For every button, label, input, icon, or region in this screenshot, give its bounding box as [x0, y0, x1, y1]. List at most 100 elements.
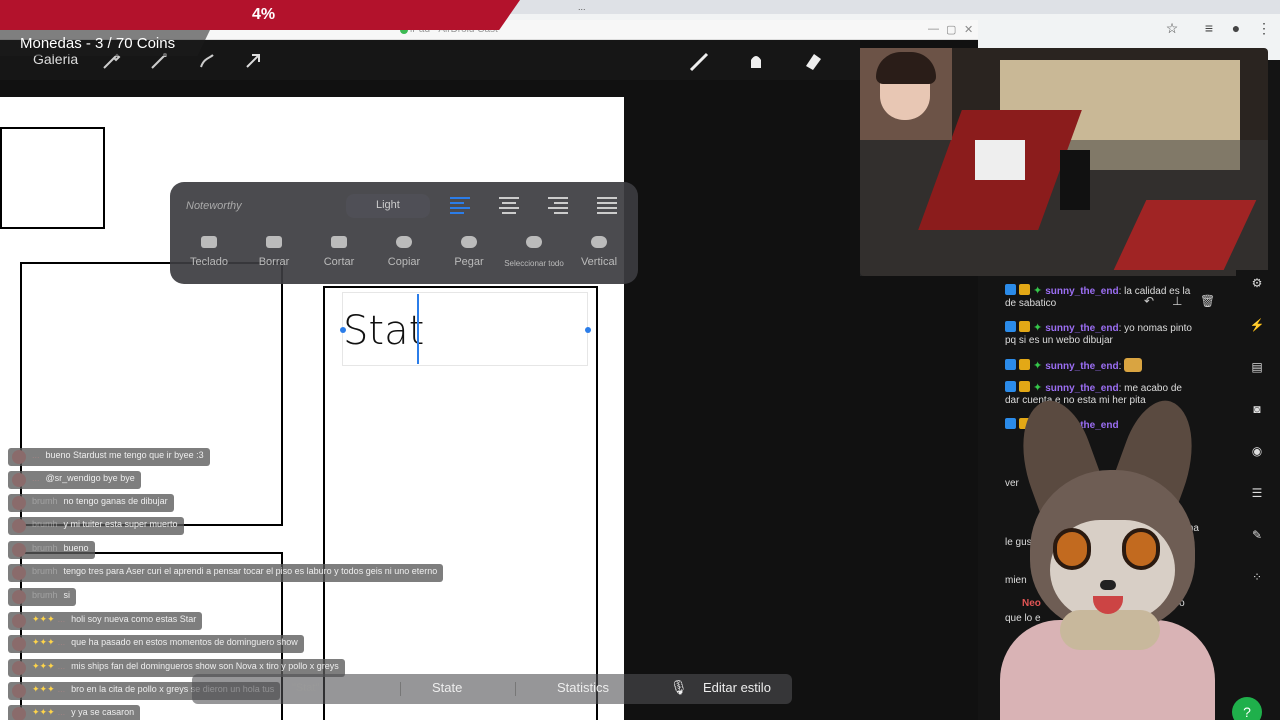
queue-icon[interactable]: ☰ — [1249, 486, 1265, 502]
overlay-chat-message: ✦✦✦... y ya se casaron — [8, 705, 141, 720]
star-badge-icon: ✦ — [1033, 382, 1043, 394]
text-caret — [417, 294, 419, 364]
avatar — [12, 684, 26, 698]
chat-fragment: ver — [1005, 478, 1019, 489]
microphone-icon[interactable]: 🎙 — [670, 679, 688, 696]
avatar — [12, 590, 26, 604]
suggestion-literal[interactable]: "Stat" — [292, 682, 319, 694]
text-box-handle[interactable] — [585, 327, 591, 333]
overlay-chat-message: brumh no tengo ganas de dibujar — [8, 494, 174, 512]
mod-badge-icon — [1005, 284, 1016, 295]
font-name-label[interactable]: Noteworthy — [186, 200, 242, 212]
avatar — [12, 614, 26, 628]
delete-button[interactable]: Borrar — [240, 236, 308, 268]
keyboard-button[interactable]: Teclado — [175, 236, 243, 268]
bookmark-star-icon[interactable]: ☆ — [1163, 19, 1181, 37]
game-fridge — [1060, 150, 1090, 210]
vertical-button[interactable]: Vertical — [565, 236, 633, 268]
overlay-chat-message: ✦✦✦... holi soy nueva como estas Star — [8, 612, 203, 630]
chat-fragment: Neo — [1022, 598, 1041, 609]
crown-badge-icon — [1019, 359, 1030, 370]
chat-message-continuation: pq si es un webo dibujar — [1005, 335, 1113, 346]
minimize-icon[interactable]: — — [928, 23, 939, 35]
avatar — [12, 496, 26, 510]
chat-message: ✦ sunny_the_end: — [1005, 358, 1143, 372]
lightning-icon[interactable]: ⚡ — [1249, 318, 1265, 334]
selection-icon[interactable] — [196, 50, 218, 72]
canvas-text[interactable]: Stat — [343, 308, 424, 354]
close-icon[interactable]: ✕ — [964, 23, 973, 36]
copy-button[interactable]: Copiar — [370, 236, 438, 268]
avatar — [12, 661, 26, 675]
edit-style-button[interactable]: Editar estilo — [703, 680, 771, 695]
avatar — [12, 473, 26, 487]
star-badge-icon: ✦ — [1033, 285, 1043, 297]
broadcast-icon[interactable]: ◉ — [1249, 444, 1265, 460]
media-control-icon[interactable]: ≡ — [1200, 19, 1218, 37]
apps-icon[interactable]: ⁘ — [1249, 570, 1265, 586]
cut-button[interactable]: Cortar — [305, 236, 373, 268]
avatar — [12, 543, 26, 557]
chat-fragment: que lo e — [1005, 613, 1041, 624]
overlay-chat-message: ... bueno Stardust me tengo que ir byee :… — [8, 448, 210, 466]
chat-message-continuation: dar cuenta e no esta mi her pita — [1005, 395, 1146, 406]
chat-bubble-icon[interactable]: ◙ — [1249, 402, 1265, 418]
suggestion-state[interactable]: State — [432, 680, 462, 695]
avatar — [12, 707, 26, 720]
menu-dots-icon[interactable]: ⋮ — [1255, 19, 1273, 37]
paste-icon — [461, 236, 477, 248]
star-badge-icon: ✦ — [1033, 360, 1043, 372]
transform-arrow-icon[interactable] — [242, 50, 264, 72]
extension-icon[interactable]: ● — [1227, 19, 1245, 37]
align-left-icon[interactable] — [450, 197, 472, 215]
smudge-icon[interactable] — [745, 50, 767, 72]
chat-message-continuation: de sabatico — [1005, 298, 1057, 309]
vtuber-eye — [1053, 528, 1091, 570]
crown-badge-icon — [1019, 284, 1030, 295]
overlay-chat-message: brumh tengo tres para Aser curi el aprend… — [8, 564, 444, 582]
mod-badge-icon — [1005, 418, 1016, 429]
help-button[interactable]: ? — [1232, 697, 1262, 720]
overlay-chat-message: brumh bueno — [8, 541, 95, 559]
align-justify-icon[interactable] — [597, 197, 619, 215]
drawn-rectangle — [0, 127, 105, 229]
star-badge-icon: ✦ — [1033, 322, 1043, 334]
overlay-chat-message: brumh y mi tuiter esta super muerto — [8, 517, 184, 535]
webcam-hair — [876, 52, 936, 84]
badge-icon: ✦✦✦ — [32, 614, 55, 624]
browser-tab[interactable]: ... — [570, 0, 720, 14]
maximize-icon[interactable]: ▢ — [946, 23, 956, 36]
keyboard-icon — [201, 236, 217, 248]
overlay-chat-message: brumh si — [8, 588, 77, 606]
crown-badge-icon — [1019, 321, 1030, 332]
brush-icon[interactable] — [688, 50, 710, 72]
settings-icon[interactable]: ⚙ — [1249, 276, 1265, 292]
avatar — [12, 450, 26, 464]
wrench-icon[interactable]: ✎ — [1249, 528, 1265, 544]
eye-icon — [526, 236, 542, 248]
delete-icon[interactable]: 🗑 — [1200, 294, 1215, 308]
document-icon[interactable]: ▤ — [1249, 360, 1265, 376]
chat-fragment: le gus — [1005, 537, 1032, 548]
badge-icon: ✦✦✦ — [32, 661, 55, 671]
chat-message: ✦ sunny_the_end: yo nomas pinto — [1005, 321, 1192, 334]
eraser-icon[interactable] — [802, 50, 824, 72]
divider — [400, 682, 401, 696]
vtuber-nose — [1100, 580, 1116, 590]
align-center-icon[interactable] — [499, 197, 521, 215]
coins-label: Monedas - 3 / 70 Coins — [20, 35, 176, 52]
paste-button[interactable]: Pegar — [435, 236, 503, 268]
mod-badge-icon — [1005, 381, 1016, 392]
align-right-icon[interactable] — [548, 197, 570, 215]
avatar — [12, 519, 26, 533]
font-style-label: Light — [376, 199, 400, 211]
avatar — [12, 566, 26, 580]
select-all-button[interactable]: Seleccionar todo — [500, 236, 568, 268]
chat-fragment: mien — [1005, 575, 1027, 586]
progress-percentage: 4% — [252, 6, 276, 23]
eraser-icon — [266, 236, 282, 248]
badge-icon: ✦✦✦ — [32, 684, 55, 694]
text-box-handle[interactable] — [340, 327, 346, 333]
screen: ... ... ... ... ☆ ≡ ● ⋮ iPad - AirDroid … — [0, 0, 1280, 720]
suggestion-statistics[interactable]: Statistics — [557, 680, 609, 695]
